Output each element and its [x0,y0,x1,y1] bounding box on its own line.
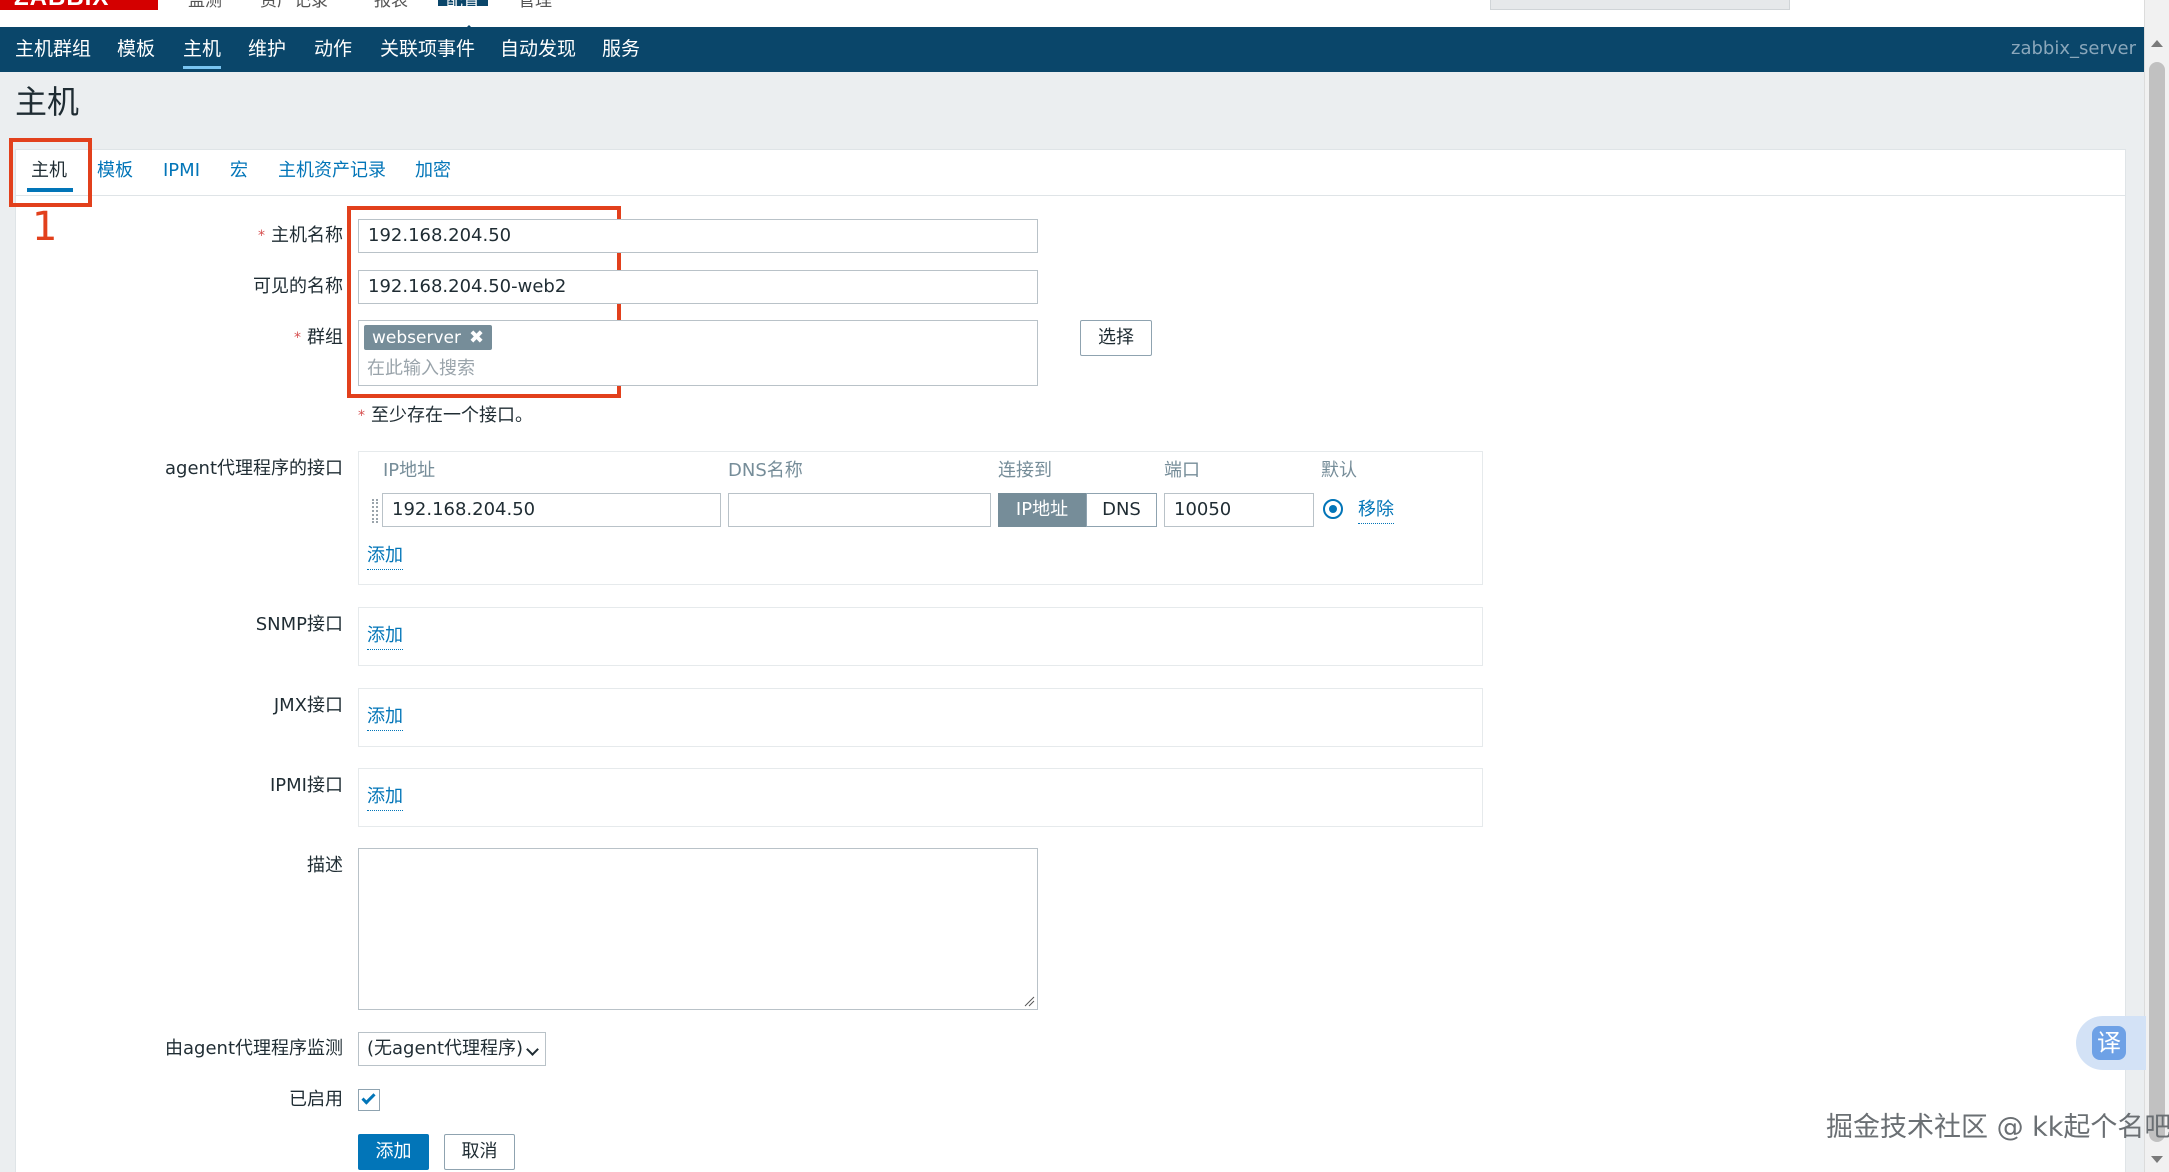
snmp-interface-label: SNMP接口 [255,614,343,635]
select-groups-button[interactable]: 选择 [1080,320,1152,356]
page-scrollbar[interactable] [2144,0,2169,1172]
sub-navigation: 主机群组 模板 主机 维护 动作 关联项事件 自动发现 服务 zabbix_se… [0,25,2144,72]
interface-required-note: * 至少存在一个接口。 [358,405,533,426]
scroll-up-icon[interactable] [2151,40,2163,47]
visible-name-label: 可见的名称 [253,276,343,297]
snmp-interface-box [358,607,1483,666]
subnav-hosts[interactable]: 主机 [183,27,222,72]
add-jmx-interface-link[interactable]: 添加 [367,704,403,731]
col-ip-header: IP地址 [383,460,436,481]
add-ipmi-interface-link[interactable]: 添加 [367,784,403,811]
tab-templates[interactable]: 模板 [97,158,133,194]
server-name: zabbix_server [2011,38,2136,59]
chevron-down-icon [526,1043,539,1056]
groups-multiselect[interactable]: webserver ✖ 在此输入搜索 [358,320,1038,386]
required-marker: * [258,228,265,244]
global-search-input[interactable] [1490,0,1790,10]
enabled-checkbox[interactable] [358,1089,380,1111]
ipmi-interface-box [358,768,1483,827]
annotation-number: 1 [32,204,58,250]
agent-dns-input[interactable] [728,493,991,527]
host-name-input[interactable]: 192.168.204.50 [358,219,1038,253]
top-menu-configuration[interactable]: 配置 [438,0,488,10]
watermark: 掘金技术社区 @ kk起个名吧 [1826,1112,2169,1143]
resize-handle-icon[interactable] [1023,995,1035,1007]
annotation-box-tab [9,138,92,207]
add-host-button[interactable]: 添加 [358,1134,429,1170]
connect-dns-toggle[interactable]: DNS [1086,493,1157,527]
scroll-down-icon[interactable] [2151,1156,2163,1163]
visible-name-input[interactable]: 192.168.204.50-web2 [358,270,1038,304]
add-agent-interface-link[interactable]: 添加 [367,543,403,570]
drag-handle-icon[interactable] [372,499,378,523]
col-dns-header: DNS名称 [728,460,803,481]
top-menu-monitoring[interactable]: 监测 [188,0,222,10]
group-chip-webserver: webserver ✖ [364,325,493,350]
subnav-event-correlation[interactable]: 关联项事件 [380,27,475,72]
top-menu-administration[interactable]: 管理 [518,0,552,10]
jmx-interface-box [358,688,1483,747]
agent-interface-label: agent代理程序的接口 [165,458,343,479]
top-menu-inventory[interactable]: 资产记录 [260,0,328,10]
page-title: 主机 [15,83,80,121]
required-marker: * [358,408,365,424]
col-port-header: 端口 [1164,460,1200,481]
agent-ip-input[interactable]: 192.168.204.50 [382,493,721,527]
proxy-label: 由agent代理程序监测 [165,1038,343,1059]
add-snmp-interface-link[interactable]: 添加 [367,623,403,650]
jmx-interface-label: JMX接口 [273,695,343,716]
proxy-select[interactable]: (无agent代理程序) [358,1032,546,1066]
remove-chip-icon[interactable]: ✖ [469,327,484,348]
tab-ipmi[interactable]: IPMI [163,158,200,194]
subnav-discovery[interactable]: 自动发现 [500,27,576,72]
col-default-header: 默认 [1321,460,1357,481]
host-name-label: * 主机名称 [258,225,343,246]
tab-macros[interactable]: 宏 [230,158,248,194]
default-interface-radio[interactable] [1323,499,1343,519]
cancel-button[interactable]: 取消 [444,1134,515,1170]
checkmark-icon [361,1090,376,1105]
translate-button[interactable]: 译 [2076,1016,2146,1070]
scroll-thumb[interactable] [2149,62,2165,1142]
description-label: 描述 [307,855,343,876]
top-menu-bar: ZABBIX 监测 资产记录 报表 配置 管理 [0,0,2144,27]
col-connect-header: 连接到 [998,460,1052,481]
subnav-services[interactable]: 服务 [602,27,640,72]
agent-port-input[interactable]: 10050 [1164,493,1314,527]
subnav-maintenance[interactable]: 维护 [248,27,286,72]
connect-ip-toggle[interactable]: IP地址 [998,493,1086,527]
groups-search-input[interactable]: 在此输入搜索 [367,355,475,383]
enabled-label: 已启用 [289,1089,343,1110]
required-marker: * [294,330,301,346]
subnav-host-groups[interactable]: 主机群组 [15,27,91,72]
translate-icon: 译 [2092,1026,2126,1060]
remove-interface-link[interactable]: 移除 [1358,497,1394,524]
tab-inventory[interactable]: 主机资产记录 [278,158,386,194]
top-menu-reports[interactable]: 报表 [374,0,408,10]
groups-label: * 群组 [294,327,343,348]
tabs-divider [15,195,2126,196]
description-textarea[interactable] [358,848,1038,1010]
subnav-templates[interactable]: 模板 [117,27,155,72]
zabbix-logo[interactable]: ZABBIX [0,0,158,10]
tab-encryption[interactable]: 加密 [415,158,451,194]
ipmi-interface-label: IPMI接口 [269,775,343,796]
subnav-actions[interactable]: 动作 [314,27,352,72]
